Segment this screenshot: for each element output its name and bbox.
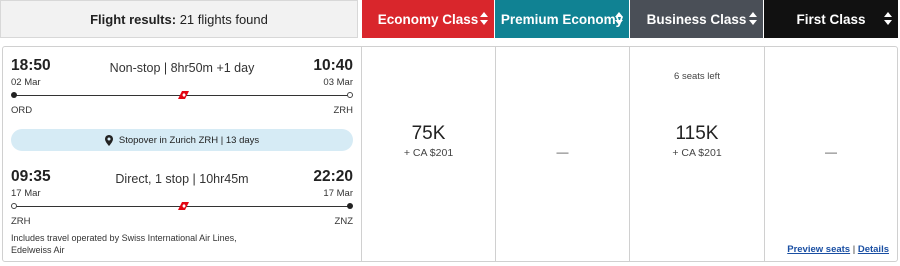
cabin-label-economy: Economy Class	[377, 11, 479, 27]
inbound-segment: 09:35 Direct, 1 stop | 10hr45m 22:20 17 …	[11, 168, 353, 230]
sort-icon[interactable]	[480, 10, 488, 28]
sort-icon[interactable]	[884, 10, 892, 28]
inbound-destination: ZNZ	[334, 216, 353, 227]
outbound-departure-date: 02 Mar	[11, 77, 41, 88]
business-price: 115K + CA $201	[630, 123, 764, 159]
outbound-destination: ZRH	[333, 105, 353, 116]
business-seats-left: 6 seats left	[674, 71, 720, 82]
cabin-label-premium-economy: Premium Economy	[500, 11, 624, 27]
results-label: Flight results:	[90, 11, 177, 27]
cabin-label-first: First Class	[796, 11, 866, 27]
fare-cell-premium-economy: —	[495, 47, 629, 261]
inbound-arrival-date: 17 Mar	[323, 188, 353, 199]
swiss-tail-icon	[178, 91, 189, 99]
stopover-text: Stopover in Zurich ZRH | 13 days	[118, 134, 260, 146]
business-points: 115K	[675, 123, 719, 144]
swiss-tail-icon	[178, 202, 189, 210]
economy-points: 75K	[411, 123, 446, 144]
operated-by-note: Includes travel operated by Swiss Intern…	[11, 233, 237, 255]
sort-icon[interactable]	[615, 10, 623, 28]
sort-icon[interactable]	[749, 10, 757, 28]
destination-dot	[347, 203, 353, 209]
cabin-header-first[interactable]: First Class	[764, 0, 898, 38]
inbound-arrival-time: 22:20	[313, 168, 353, 185]
fare-cell-business[interactable]: 6 seats left 115K + CA $201	[629, 47, 764, 261]
inbound-summary: Direct, 1 stop | 10hr45m	[115, 172, 249, 186]
destination-dot	[347, 92, 353, 98]
fare-cell-first: —	[764, 47, 897, 261]
stopover-banner: Stopover in Zurich ZRH | 13 days	[11, 129, 353, 151]
first-unavailable: —	[825, 145, 837, 159]
map-pin-icon	[104, 134, 113, 146]
economy-price: 75K + CA $201	[362, 123, 495, 159]
fare-cell-economy[interactable]: 75K + CA $201	[361, 47, 495, 261]
outbound-arrival-time: 10:40	[313, 57, 353, 74]
inbound-departure-date: 17 Mar	[11, 188, 41, 199]
flight-result-card: 18:50 Non-stop | 8hr50m +1 day 10:40 02 …	[2, 46, 898, 262]
cabin-header-economy[interactable]: Economy Class	[362, 0, 494, 38]
cabin-header-premium-economy[interactable]: Premium Economy	[495, 0, 629, 38]
outbound-arrival-date: 03 Mar	[323, 77, 353, 88]
cabin-header-business[interactable]: Business Class	[630, 0, 763, 38]
economy-tax: + CA $201	[403, 147, 454, 159]
inbound-origin: ZRH	[11, 216, 31, 227]
outbound-segment: 18:50 Non-stop | 8hr50m +1 day 10:40 02 …	[11, 57, 353, 119]
outbound-origin: ORD	[11, 105, 33, 116]
results-summary: Flight results: 21 flights found	[0, 0, 358, 38]
origin-dot	[11, 203, 17, 209]
business-tax: + CA $201	[672, 147, 722, 159]
results-count: 21 flights found	[179, 11, 268, 27]
premium-unavailable: —	[556, 145, 569, 159]
origin-dot	[11, 92, 17, 98]
cabin-label-business: Business Class	[646, 11, 747, 27]
outbound-summary: Non-stop | 8hr50m +1 day	[109, 61, 255, 75]
